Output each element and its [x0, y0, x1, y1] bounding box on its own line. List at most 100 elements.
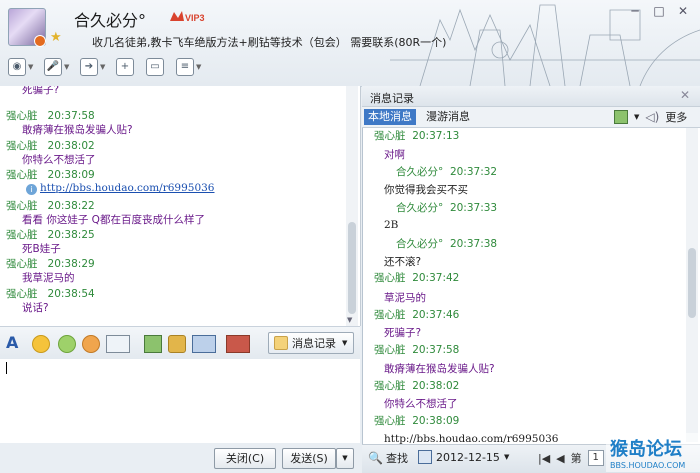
page-number-input[interactable]: 1 [587, 450, 604, 466]
screen-share-icon[interactable] [192, 335, 216, 353]
chat-scrollbar-thumb[interactable] [348, 222, 356, 314]
voice-call-button[interactable]: 🎤 ▼ [44, 58, 69, 76]
close-icon[interactable]: ✕ [680, 88, 690, 102]
add-member-button[interactable]: + [116, 58, 134, 76]
history-entry-text: 草泥马的 [384, 292, 426, 304]
history-entry-text: 你特么不想活了 [384, 398, 458, 410]
contact-signature: 收几名徒弟,教卡飞车绝版方法+刷钻等技术（包会） 需要联系(80R一个) [92, 36, 447, 49]
toolbox-icon[interactable] [226, 335, 250, 353]
message-text: 死B娃子 [22, 243, 61, 255]
message-header: 强心脏 20:38:22 [6, 200, 95, 212]
message-text: 敢瘠薄在猴岛发骗人贴? [22, 124, 133, 136]
speaker-icon[interactable]: ◁) [645, 110, 659, 124]
emoji-icon[interactable] [32, 335, 50, 353]
send-button[interactable]: 发送(S) [282, 448, 336, 469]
screenshot-icon[interactable] [106, 335, 130, 353]
send-options-dropdown[interactable]: ▼ [336, 448, 354, 469]
voice-call-icon: 🎤 [44, 58, 62, 76]
message-input[interactable] [0, 359, 360, 443]
find-button[interactable]: 🔍 查找 [368, 450, 408, 466]
chevron-down-icon: ▼ [28, 63, 34, 71]
date-value: 2012-12-15 [436, 450, 500, 464]
chat-window-header: ★ 合久必分° VIP3 收几名徒弟,教卡飞车绝版方法+刷钻等技术（包会） 需要… [0, 0, 700, 87]
link-info-icon: i [26, 184, 37, 195]
file-transfer-button[interactable]: ➔ ▼ [80, 58, 105, 76]
shake-icon[interactable] [82, 335, 100, 353]
message-link[interactable]: http://bbs.houdao.com/r6995036 [40, 182, 215, 194]
remote-desktop-icon: ▭ [146, 58, 164, 76]
tab-local-messages[interactable]: 本地消息 [364, 109, 416, 125]
vip-badge-icon[interactable]: VIP3 [168, 9, 206, 25]
message-header: 强心脏 20:38:25 [6, 229, 95, 241]
message-header: 强心脏 20:38:29 [6, 258, 95, 270]
message-text: 看看 你这娃子 Q都在百度丧成什么样了 [22, 214, 205, 226]
svg-text:BBS.HOUDAO.COM: BBS.HOUDAO.COM [610, 461, 685, 470]
forum-watermark: 猴岛论坛 BBS.HOUDAO.COM [606, 433, 700, 472]
minimize-icon[interactable]: ─ [628, 4, 642, 18]
search-icon: 🔍 [368, 451, 383, 465]
chevron-down-icon: ▼ [64, 63, 70, 71]
svg-text:VIP3: VIP3 [185, 13, 205, 23]
history-entry-header: 强心脏 20:37:58 [374, 344, 460, 356]
message-history-label: 消息记录 [292, 337, 336, 350]
history-entry-text: 你觉得我会买不买 [384, 184, 468, 196]
image-icon[interactable] [144, 335, 162, 353]
chevron-down-icon: ▼ [503, 453, 510, 461]
message-text: 我草泥马的 [22, 272, 75, 284]
export-icon[interactable] [614, 110, 628, 124]
history-entry-header: 强心脏 20:38:09 [374, 415, 460, 427]
tab-roaming-messages[interactable]: 漫游消息 [426, 109, 470, 125]
close-button[interactable]: 关闭(C) [214, 448, 276, 469]
video-call-button[interactable]: ◉ ▼ [8, 58, 33, 76]
svg-text:猴岛论坛: 猴岛论坛 [610, 438, 682, 460]
magic-emoji-icon[interactable] [58, 335, 76, 353]
history-entry-text: 对啊 [384, 149, 405, 161]
apps-icon: ≡ [176, 58, 194, 76]
busy-status-icon [34, 35, 46, 47]
date-picker-button[interactable]: 2012-12-15 ▼ [418, 450, 509, 464]
chevron-down-icon: ▼ [342, 339, 348, 347]
apps-button[interactable]: ≡ ▼ [176, 58, 201, 76]
close-window-icon[interactable]: ✕ [676, 4, 690, 18]
history-entry-text: 死骗子? [384, 327, 422, 339]
history-entry-text: 敢瘠薄在猴岛发骗人贴? [384, 363, 495, 375]
remote-desktop-button[interactable]: ▭ [146, 58, 164, 76]
calendar-icon [418, 450, 432, 464]
file-transfer-icon: ➔ [80, 58, 98, 76]
maximize-icon[interactable]: □ [652, 4, 666, 18]
video-call-icon: ◉ [8, 58, 26, 76]
history-entry-text: 还不滚? [384, 256, 422, 268]
history-title: 消息记录 [370, 92, 414, 105]
message-text: 死骗子? [22, 86, 60, 96]
message-history-button[interactable]: 消息记录 ▼ [268, 332, 354, 354]
history-icon [274, 336, 288, 350]
chat-message-area[interactable]: 死骗子? 强心脏 20:37:58 敢瘠薄在猴岛发骗人贴? 强心脏 20:38:… [0, 86, 361, 326]
text-caret [6, 362, 7, 374]
star-icon[interactable]: ★ [50, 30, 62, 45]
history-entry-header: 合久必分° 20:37:33 [396, 202, 498, 214]
message-header: 强心脏 20:38:54 [6, 288, 95, 300]
history-entry-header: 合久必分° 20:37:32 [396, 166, 498, 178]
history-entry-header: 强心脏 20:38:02 [374, 380, 460, 392]
find-label: 查找 [385, 452, 408, 465]
more-button[interactable]: 更多 [665, 109, 687, 125]
history-scrollbar-thumb[interactable] [688, 248, 696, 318]
chevron-down-icon: ▼ [196, 63, 202, 71]
first-page-icon[interactable]: |◀ [538, 452, 550, 465]
message-text: 说话? [22, 302, 49, 314]
scroll-down-icon[interactable]: ▼ [347, 316, 352, 324]
message-header: 强心脏 20:38:02 [6, 140, 95, 152]
history-entry-header: 强心脏 20:37:13 [374, 130, 460, 142]
history-entry-header: 合久必分° 20:37:38 [396, 238, 498, 250]
contact-name: 合久必分° [74, 11, 147, 30]
font-icon[interactable]: A [6, 333, 22, 352]
prev-page-icon[interactable]: ◀ [556, 452, 564, 465]
page-prefix-label: 第 [570, 452, 582, 465]
message-header: 强心脏 20:37:58 [6, 110, 95, 122]
add-member-icon: + [116, 58, 134, 76]
history-tools: ▼ ◁) 更多 [614, 109, 687, 125]
music-icon[interactable] [168, 335, 186, 353]
format-toolbar: A 消息记录 ▼ [0, 326, 360, 360]
message-header: 强心脏 20:38:09 [6, 169, 95, 181]
chevron-down-icon: ▼ [100, 63, 106, 71]
